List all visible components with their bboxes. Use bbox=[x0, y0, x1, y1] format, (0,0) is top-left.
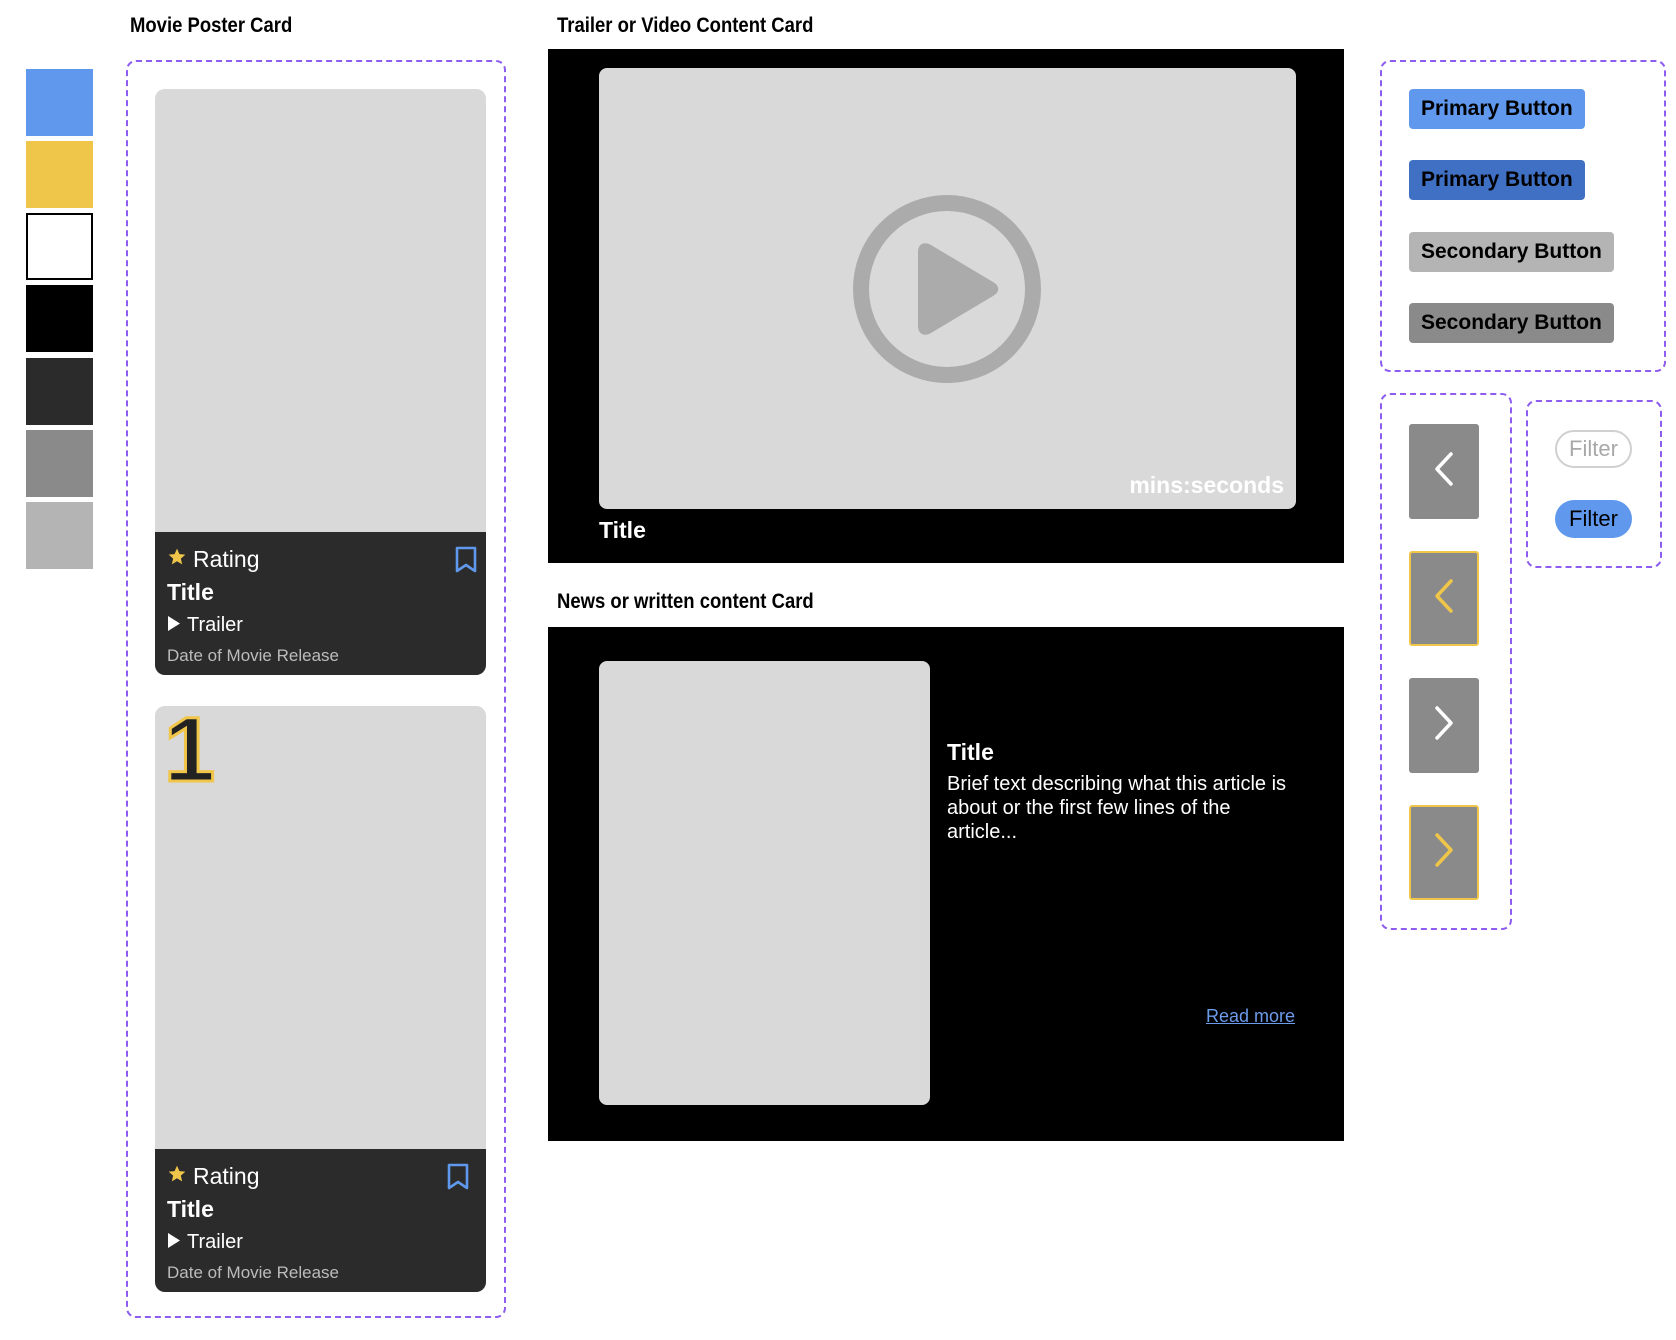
swatch-dark-gray bbox=[26, 358, 93, 425]
filter-chips-frame bbox=[1526, 400, 1662, 568]
play-circle-icon[interactable] bbox=[852, 194, 1042, 389]
trailer-label: Trailer bbox=[187, 1231, 243, 1253]
rating-label: Rating bbox=[193, 546, 260, 572]
poster-title[interactable]: Title bbox=[167, 1196, 214, 1223]
next-button[interactable] bbox=[1409, 678, 1479, 773]
news-image-placeholder[interactable] bbox=[599, 661, 930, 1105]
movie-poster-card[interactable]: Rating Title Trailer Date of Movie Relea… bbox=[155, 89, 486, 675]
video-section-heading: Trailer or Video Content Card bbox=[557, 14, 814, 37]
prev-button-focused[interactable] bbox=[1409, 551, 1479, 646]
rank-number: 1 bbox=[162, 706, 216, 801]
poster-info-panel: Rating Title Trailer Date of Movie Relea… bbox=[155, 532, 486, 675]
poster-title[interactable]: Title bbox=[167, 579, 214, 606]
swatch-blue bbox=[26, 69, 93, 136]
poster-section-heading: Movie Poster Card bbox=[130, 14, 293, 37]
video-title[interactable]: Title bbox=[599, 517, 646, 544]
chevron-left-icon bbox=[1432, 578, 1456, 619]
swatch-white bbox=[26, 213, 93, 280]
secondary-button-pressed[interactable]: Secondary Button bbox=[1409, 303, 1614, 343]
prev-button[interactable] bbox=[1409, 424, 1479, 519]
play-icon bbox=[167, 1232, 181, 1254]
video-duration: mins:seconds bbox=[1129, 472, 1284, 498]
news-content-card[interactable]: Title Brief text describing what this ar… bbox=[548, 627, 1344, 1141]
swatch-yellow bbox=[26, 141, 93, 208]
poster-info-panel: Rating Title Trailer Date of Movie Relea… bbox=[155, 1149, 486, 1292]
next-button-focused[interactable] bbox=[1409, 805, 1479, 900]
filter-chip-inactive[interactable]: Filter bbox=[1555, 430, 1632, 468]
style-guide-canvas: Movie Poster Card Trailer or Video Conte… bbox=[0, 0, 1676, 1340]
chevron-right-icon bbox=[1432, 832, 1456, 873]
video-content-card[interactable]: mins:seconds Title bbox=[548, 49, 1344, 563]
rating-row: Rating bbox=[167, 546, 259, 573]
chevron-left-icon bbox=[1432, 451, 1456, 492]
primary-button[interactable]: Primary Button bbox=[1409, 89, 1585, 129]
poster-image-placeholder[interactable] bbox=[155, 89, 486, 532]
bookmark-icon[interactable] bbox=[447, 1163, 469, 1195]
swatch-light-gray bbox=[26, 502, 93, 569]
swatch-mid-gray bbox=[26, 430, 93, 497]
secondary-button[interactable]: Secondary Button bbox=[1409, 232, 1614, 272]
star-icon bbox=[167, 547, 187, 572]
ranked-movie-poster-card[interactable]: 1 Rating Title Trailer Date of Movie Rel… bbox=[155, 706, 486, 1292]
trailer-link[interactable]: Trailer bbox=[167, 614, 243, 637]
rating-label: Rating bbox=[193, 1163, 260, 1189]
news-section-heading: News or written content Card bbox=[557, 590, 814, 613]
trailer-label: Trailer bbox=[187, 614, 243, 636]
trailer-link[interactable]: Trailer bbox=[167, 1231, 243, 1254]
play-icon bbox=[167, 615, 181, 637]
rating-row: Rating bbox=[167, 1163, 259, 1190]
filter-chip-active[interactable]: Filter bbox=[1555, 500, 1632, 538]
bookmark-icon[interactable] bbox=[455, 546, 477, 578]
read-more-link[interactable]: Read more bbox=[1206, 1006, 1295, 1027]
news-description: Brief text describing what this article … bbox=[947, 773, 1287, 843]
primary-button-pressed[interactable]: Primary Button bbox=[1409, 160, 1585, 200]
release-date: Date of Movie Release bbox=[167, 646, 339, 665]
star-icon bbox=[167, 1164, 187, 1189]
swatch-black bbox=[26, 285, 93, 352]
video-thumbnail[interactable]: mins:seconds bbox=[599, 68, 1296, 509]
chevron-right-icon bbox=[1432, 705, 1456, 746]
news-title[interactable]: Title bbox=[947, 739, 994, 766]
release-date: Date of Movie Release bbox=[167, 1263, 339, 1282]
